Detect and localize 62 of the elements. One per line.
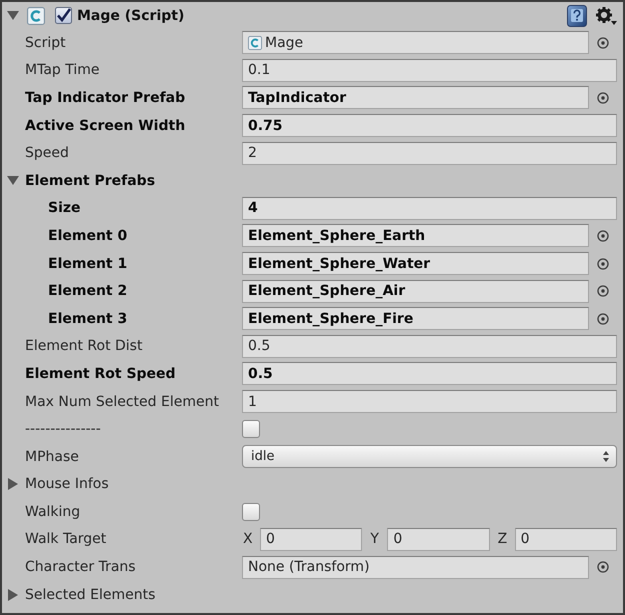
property-label: MPhase — [25, 448, 79, 465]
object-field[interactable]: Element_Sphere_Fire — [242, 307, 589, 330]
object-field[interactable]: None (Transform) — [242, 556, 589, 579]
dropdown[interactable]: idle — [242, 445, 617, 468]
number-field[interactable]: 0 — [514, 528, 617, 551]
property-label: Active Screen Width — [25, 118, 186, 134]
object-picker-icon[interactable] — [597, 92, 609, 104]
input-field[interactable]: 2 — [242, 142, 617, 165]
help-icon[interactable] — [567, 4, 587, 26]
property-label: Element 2 — [48, 283, 128, 300]
input-field[interactable]: 0.5 — [242, 362, 617, 386]
axis-label: X — [242, 531, 254, 548]
property-label: Element 0 — [48, 228, 128, 244]
property-label: Character Trans — [25, 559, 136, 576]
input-field[interactable]: 4 — [242, 196, 617, 220]
property-label: Element Rot Speed — [25, 366, 176, 382]
object-field[interactable]: Mage — [242, 31, 589, 54]
object-picker-icon[interactable] — [597, 258, 609, 270]
input-field[interactable]: 1 — [242, 390, 617, 414]
script-file-icon — [248, 36, 262, 50]
property-label: Script — [25, 34, 66, 51]
object-picker-icon[interactable] — [597, 561, 609, 574]
property-label: Element 3 — [48, 310, 128, 327]
object-picker-icon[interactable] — [597, 230, 609, 242]
input-field[interactable]: 0.1 — [242, 58, 617, 82]
settings-icon[interactable] — [595, 6, 617, 26]
object-field[interactable]: TapIndicator — [242, 86, 589, 110]
enable-checkbox[interactable] — [55, 7, 72, 24]
property-label: Speed — [25, 145, 69, 162]
property-label: Tap Indicator Prefab — [25, 90, 186, 106]
property-label: Walk Target — [25, 531, 106, 548]
object-field[interactable]: Element_Sphere_Water — [242, 252, 589, 276]
object-field[interactable]: Element_Sphere_Air — [242, 280, 589, 303]
property-label: Element Rot Dist — [25, 338, 142, 354]
collapsed-triangle-icon[interactable] — [8, 588, 18, 601]
checkbox[interactable] — [242, 420, 260, 438]
property-label: Element 1 — [48, 256, 128, 272]
axis-label: Z — [496, 531, 508, 548]
property-label: MTap Time — [25, 62, 100, 78]
input-field[interactable]: 0.75 — [242, 114, 617, 138]
object-picker-icon[interactable] — [597, 285, 609, 298]
component-title: Mage (Script) — [77, 8, 184, 24]
expanded-triangle-icon[interactable] — [7, 11, 19, 20]
number-field[interactable]: 0 — [387, 528, 490, 551]
collapsed-triangle-icon[interactable] — [8, 478, 18, 490]
property-label: --------------- — [25, 421, 101, 438]
checkbox[interactable] — [242, 502, 260, 521]
up-down-caret-icon — [603, 451, 609, 462]
foldout-label[interactable]: Mouse Infos — [25, 476, 109, 492]
object-field[interactable]: Element_Sphere_Earth — [242, 224, 589, 248]
foldout-label[interactable]: Element Prefabs — [25, 172, 156, 189]
property-label: Max Num Selected Element — [25, 394, 219, 410]
axis-label: Y — [369, 531, 380, 548]
object-picker-icon[interactable] — [597, 312, 609, 325]
input-field[interactable]: 0.5 — [242, 334, 617, 358]
number-field[interactable]: 0 — [260, 528, 362, 551]
foldout-label[interactable]: Selected Elements — [25, 586, 156, 603]
property-label: Size — [48, 200, 81, 216]
object-picker-icon[interactable] — [597, 36, 609, 49]
expanded-triangle-icon[interactable] — [7, 176, 19, 186]
property-label: Walking — [25, 504, 80, 520]
script-file-icon — [27, 6, 45, 24]
